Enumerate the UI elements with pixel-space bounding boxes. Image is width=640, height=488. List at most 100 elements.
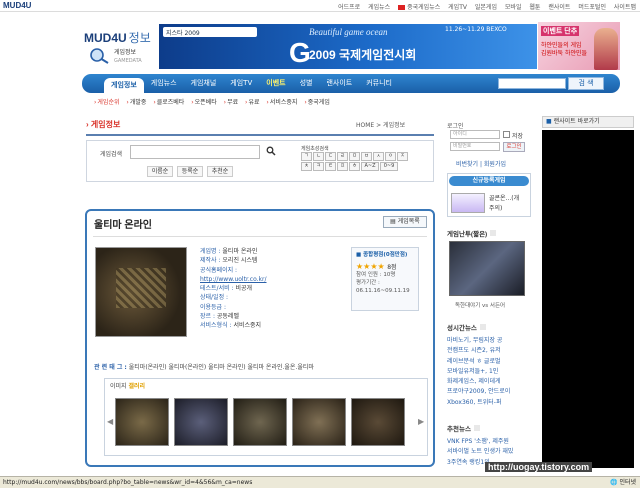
initial-key[interactable]: ㅅ (373, 152, 384, 161)
video-header: 게임난투(짧은) (447, 228, 496, 238)
right-ad-area (542, 130, 634, 468)
game-list-button[interactable]: ▤ 게임목록 (383, 216, 427, 228)
initial-key[interactable]: ㄱ (301, 152, 312, 161)
news-item[interactable]: Xbox360, 트위터-퍼 (447, 398, 510, 408)
page-title: › 게임정보 (86, 120, 121, 129)
initial-key[interactable]: ㄴ (313, 152, 324, 161)
gallery-next-icon[interactable]: ▶ (418, 417, 424, 426)
info-row: 이용등급 : (200, 303, 227, 311)
news-item[interactable]: VNK FPS '소잼', 제주원 (447, 437, 513, 447)
gallery-thumb[interactable] (292, 398, 346, 446)
nav-search-input[interactable] (498, 78, 566, 89)
initial-key[interactable]: ㅍ (337, 162, 348, 171)
banner-date: 11.26~11.29 BEXCO (445, 26, 507, 33)
subnav-stopped[interactable]: 서비스중지 (266, 99, 297, 106)
news-item[interactable]: 모바일유저들+, 1인 (447, 367, 510, 377)
initial-key-09[interactable]: 0~9 (380, 162, 398, 171)
login-links[interactable]: 비번찾기 | 회원가입 (456, 159, 506, 168)
subnav-free[interactable]: 무료 (224, 99, 238, 106)
news-item[interactable]: 전캠프도 시즌2, 유저 (447, 346, 510, 356)
news-item[interactable]: 마비노기, 무림지장 공 (447, 336, 510, 346)
game-name: 울티마 온라인 (94, 220, 152, 231)
gstar-banner[interactable]: 지스타 2009 G Beautiful game ocean 2009 국제게… (159, 24, 537, 69)
initial-key[interactable]: ㄹ (337, 152, 348, 161)
top-link[interactable]: 랜사이트 (548, 4, 570, 11)
login-password-input[interactable]: 비밀번호 (450, 142, 500, 151)
login-id-input[interactable]: 아이디 (450, 130, 500, 139)
save-id-label: 저장 (512, 133, 524, 140)
top-link[interactable]: 웹툰 (529, 4, 540, 11)
initial-key[interactable]: ㄷ (325, 152, 336, 161)
initial-key[interactable]: ㅌ (325, 162, 336, 171)
search-icon[interactable] (266, 146, 276, 156)
subnav-paid[interactable]: 유료 (245, 99, 259, 106)
news-item[interactable]: 서바이벌 노트 인생가 재밌 (447, 447, 513, 457)
sort-by-name-button[interactable]: 이름순 (147, 166, 173, 177)
nav-event[interactable]: 이벤트 (259, 74, 292, 93)
top-logo[interactable]: MUD4U (3, 1, 31, 10)
gallery-thumb[interactable] (174, 398, 228, 446)
initial-key[interactable]: ㅁ (349, 152, 360, 161)
subnav-china[interactable]: 중국게임 (304, 99, 330, 106)
initial-key[interactable]: ㅈ (397, 152, 408, 161)
top-link[interactable]: 게임뉴스 (368, 4, 390, 11)
top-link[interactable]: 머드포털인 (578, 4, 606, 11)
subnav-open-beta[interactable]: 오픈베타 (191, 99, 217, 106)
top-link[interactable]: 사이트맵 (614, 4, 636, 11)
info-row: 장르 : 공동레벨 (200, 313, 239, 321)
gallery-thumb[interactable] (351, 398, 405, 446)
lan-site-shortcut-header[interactable]: 랜사이트 바로가기 (542, 116, 634, 128)
top-link[interactable]: 게임TV (448, 4, 467, 11)
info-row: 테스트/서비 : 비공개 (200, 285, 253, 293)
gallery-thumb[interactable] (115, 398, 169, 446)
top-link-china[interactable]: 중국게임뉴스 (398, 4, 440, 11)
new-game-title[interactable]: 골콘온...(개 주의) (489, 194, 519, 214)
nav-game-tv[interactable]: 게임TV (223, 74, 259, 93)
nav-game-news[interactable]: 게임뉴스 (144, 74, 184, 93)
top-link[interactable]: 어드프로 (338, 4, 360, 11)
initial-key[interactable]: ㅋ (313, 162, 324, 171)
sort-by-date-button[interactable]: 등록순 (177, 166, 203, 177)
top-link[interactable]: 일본게임 (475, 4, 497, 11)
login-button[interactable]: 로그인 (503, 142, 525, 152)
initials-grid: ㄱ ㄴ ㄷ ㄹ ㅁ ㅂ ㅅ ㅇ ㅈ ㅊ ㅋ ㅌ ㅍ ㅎ A~Z 0~9 (301, 152, 411, 171)
news-item[interactable]: 화제게임스, 제이데게 (447, 377, 510, 387)
initial-key[interactable]: ㅂ (361, 152, 372, 161)
nav-gender[interactable]: 성별 (293, 74, 320, 93)
nav-search-button[interactable]: 검 색 (568, 77, 604, 90)
subnav-closed-beta[interactable]: 클로즈베타 (153, 99, 184, 106)
new-game-header: 신규등록게임 (449, 176, 529, 186)
save-id-checkbox[interactable] (503, 131, 510, 138)
info-row: 게임명 : 울티마 온라인 (200, 248, 258, 255)
homepage-link[interactable]: http://www.uoltr.co.kr/ (200, 276, 267, 283)
news-item[interactable]: 프로야구2009, 안드로이 (447, 387, 510, 397)
login-label: 로그인 (447, 123, 464, 130)
nav-lan-site[interactable]: 랜사이트 (319, 74, 359, 93)
initial-key-az[interactable]: A~Z (361, 162, 379, 171)
initial-key[interactable]: ㅎ (349, 162, 360, 171)
initials-search-label: 게임초성검색 (301, 146, 329, 152)
breadcrumb[interactable]: HOME > 게임정보 (356, 120, 405, 129)
subnav-dev[interactable]: 개발중 (126, 99, 146, 106)
nav-game-info[interactable]: 게임정보 (104, 78, 144, 93)
nav-game-channel[interactable]: 게임채널 (184, 74, 224, 93)
news-item[interactable]: 레이브분석 ㅎ 글로벌 (447, 357, 510, 367)
top-link[interactable]: 모바일 (505, 4, 522, 11)
sort-by-recommend-button[interactable]: 추천순 (207, 166, 233, 177)
tag-links[interactable]: 울티마(온라인) 울티마(온라인) 울티마 온라인) 울티마 온라인.울온.울티… (129, 364, 314, 371)
game-search-input[interactable] (130, 145, 260, 159)
initial-key[interactable]: ㅊ (301, 162, 312, 171)
subnav-ranking[interactable]: 게임순위 (94, 99, 120, 106)
status-zone: 🌐 인터넷 (610, 479, 636, 486)
side-ad-text: 하얀민들의 게임 김원바둑 하얀민들 (541, 42, 588, 57)
nav-community[interactable]: 커뮤니티 (359, 74, 399, 93)
side-ad-banner[interactable]: 이벤트 단추 하얀민들의 게임 김원바둑 하얀민들 (538, 22, 620, 70)
gallery-thumb[interactable] (233, 398, 287, 446)
game-main-screenshot[interactable] (95, 247, 187, 337)
video-thumbnail[interactable] (449, 241, 525, 296)
new-game-thumbnail[interactable] (451, 193, 485, 213)
initial-key[interactable]: ㅇ (385, 152, 396, 161)
gallery-prev-icon[interactable]: ◀ (107, 417, 113, 426)
site-logo[interactable]: MUD4U 정보 (84, 29, 151, 46)
video-caption[interactable]: 독한대야기 vs 서든어 (455, 301, 505, 309)
